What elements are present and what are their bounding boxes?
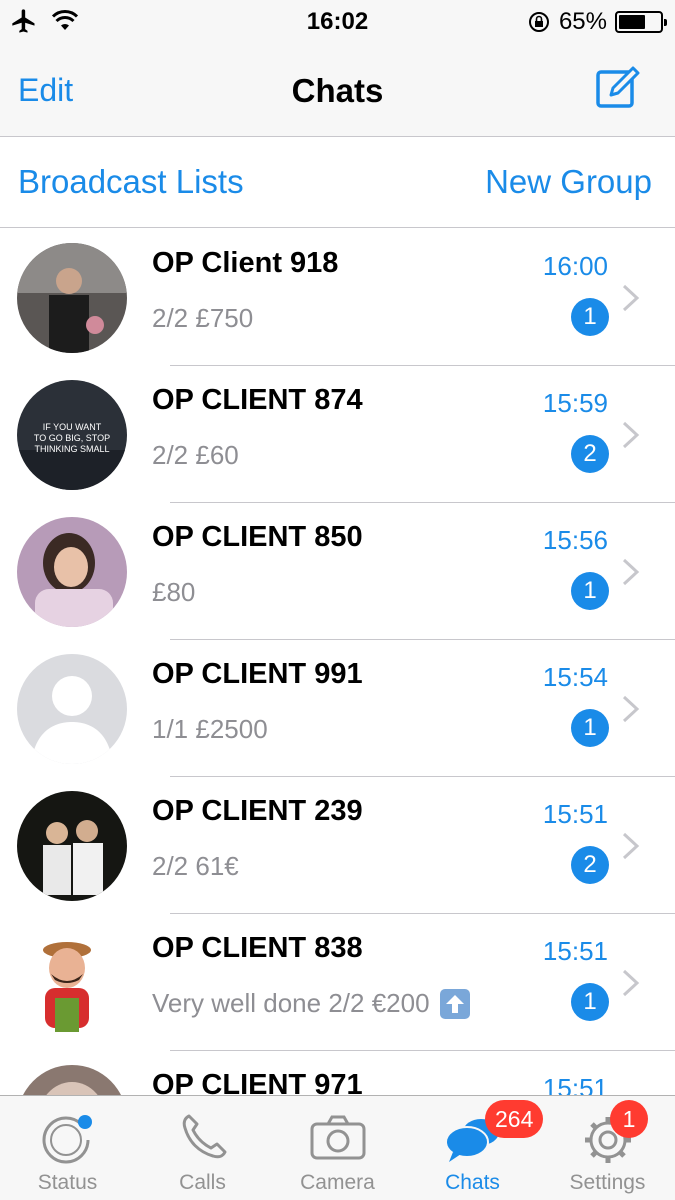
chevron-right-icon	[622, 832, 640, 860]
tab-chats[interactable]: 264 Chats	[405, 1096, 544, 1200]
chat-list: OP Client 918 16:00 2/2 £750 1 IF YOU WA…	[0, 229, 675, 1095]
avatar-quote-line: IF YOU WANT	[43, 422, 102, 432]
up-arrow-icon	[439, 988, 470, 1019]
status-bar: 16:02 65%	[0, 0, 675, 44]
chat-name: OP CLIENT 838	[152, 932, 363, 964]
avatar-quote-line: THINKING SMALL	[34, 444, 109, 454]
chat-time: 15:51	[542, 1073, 608, 1095]
chat-preview: 2/2 £750	[152, 303, 253, 334]
tab-chats-label: Chats	[445, 1171, 500, 1194]
unread-badge: 1	[571, 572, 609, 610]
settings-badge: 1	[610, 1100, 648, 1138]
status-right: 65%	[527, 8, 667, 36]
chat-preview: 2/2 61€	[152, 851, 239, 882]
chevron-right-icon	[622, 969, 640, 997]
chevron-right-icon	[622, 284, 640, 312]
avatar	[17, 1065, 127, 1095]
chevron-right-icon	[622, 421, 640, 449]
new-group-link[interactable]: New Group	[485, 163, 652, 201]
status-icon	[42, 1115, 92, 1164]
chat-time: 16:00	[542, 251, 608, 281]
tab-camera[interactable]: Camera	[270, 1096, 405, 1200]
avatar	[17, 517, 127, 627]
chat-name: OP Client 918	[152, 247, 339, 279]
page-title: Chats	[291, 72, 384, 109]
chat-row[interactable]: OP CLIENT 239 15:51 2/2 61€ 2	[0, 777, 675, 914]
broadcast-lists-link[interactable]: Broadcast Lists	[18, 163, 244, 201]
tab-bar: Status Calls Camera 264 Chats 1 Settings	[0, 1095, 675, 1200]
chevron-right-icon	[622, 558, 640, 586]
chat-name: OP CLIENT 971	[152, 1069, 363, 1095]
chat-row[interactable]: OP CLIENT 838 15:51 Very well done 2/2 €…	[0, 914, 675, 1051]
chat-preview: 1/1 £2500	[152, 714, 268, 745]
chat-row[interactable]: OP CLIENT 971 15:51	[0, 1051, 675, 1095]
chat-preview-text: 2/2 £750	[152, 303, 254, 333]
tab-calls-label: Calls	[179, 1171, 226, 1194]
tab-settings-label: Settings	[569, 1171, 646, 1194]
chat-row[interactable]: OP Client 918 16:00 2/2 £750 1	[0, 229, 675, 366]
chat-time: 15:59	[542, 388, 608, 418]
chats-badge: 264	[485, 1100, 544, 1138]
default-avatar-icon	[17, 654, 127, 764]
chat-row[interactable]: IF YOU WANT TO GO BIG, STOP THINKING SMA…	[0, 366, 675, 503]
chat-preview-text: £80	[152, 577, 196, 607]
battery-fill	[619, 15, 645, 29]
chat-preview-text: 1/1 £2500	[152, 714, 268, 744]
avatar	[17, 791, 127, 901]
tab-status[interactable]: Status	[0, 1096, 135, 1200]
chat-preview-text: 2/2 61€	[152, 851, 239, 881]
chat-time: 15:51	[542, 799, 608, 829]
compose-icon[interactable]	[593, 64, 641, 112]
unread-badge: 1	[571, 983, 609, 1021]
phone-icon	[182, 1114, 226, 1159]
unread-badge: 1	[571, 298, 609, 336]
chat-preview: 2/2 £60	[152, 440, 239, 471]
chat-name: OP CLIENT 874	[152, 384, 363, 416]
avatar	[17, 928, 127, 1038]
battery-percent: 65%	[558, 8, 607, 35]
nav-bar: Edit Chats	[0, 44, 675, 137]
lists-row: Broadcast Lists New Group	[0, 137, 675, 228]
chat-preview-text: Very well done 2/2 €200	[152, 988, 430, 1018]
avatar	[17, 243, 127, 353]
chat-name: OP CLIENT 991	[152, 658, 363, 690]
unread-badge: 2	[571, 846, 609, 884]
chat-name: OP CLIENT 239	[152, 795, 363, 827]
chat-preview: £80	[152, 577, 195, 608]
rotation-lock-icon	[528, 12, 549, 32]
chat-time: 15:51	[542, 936, 608, 966]
chevron-right-icon	[622, 695, 640, 723]
battery-icon	[615, 11, 667, 33]
avatar: IF YOU WANT TO GO BIG, STOP THINKING SMA…	[17, 380, 127, 490]
unread-badge: 1	[571, 709, 609, 747]
avatar-quote-line: TO GO BIG, STOP	[34, 433, 110, 443]
chat-preview-text: 2/2 £60	[152, 440, 239, 470]
chat-time: 15:56	[542, 525, 608, 555]
chat-preview: Very well done 2/2 €200	[152, 988, 470, 1019]
tab-calls[interactable]: Calls	[135, 1096, 270, 1200]
chat-time: 15:54	[542, 662, 608, 692]
tab-camera-label: Camera	[300, 1171, 375, 1194]
tab-settings[interactable]: 1 Settings	[540, 1096, 675, 1200]
unread-badge: 2	[571, 435, 609, 473]
camera-icon	[310, 1115, 365, 1160]
chat-row[interactable]: OP CLIENT 991 15:54 1/1 £2500 1	[0, 640, 675, 777]
chat-name: OP CLIENT 850	[152, 521, 363, 553]
chat-row[interactable]: OP CLIENT 850 15:56 £80 1	[0, 503, 675, 640]
tab-status-label: Status	[37, 1171, 98, 1194]
